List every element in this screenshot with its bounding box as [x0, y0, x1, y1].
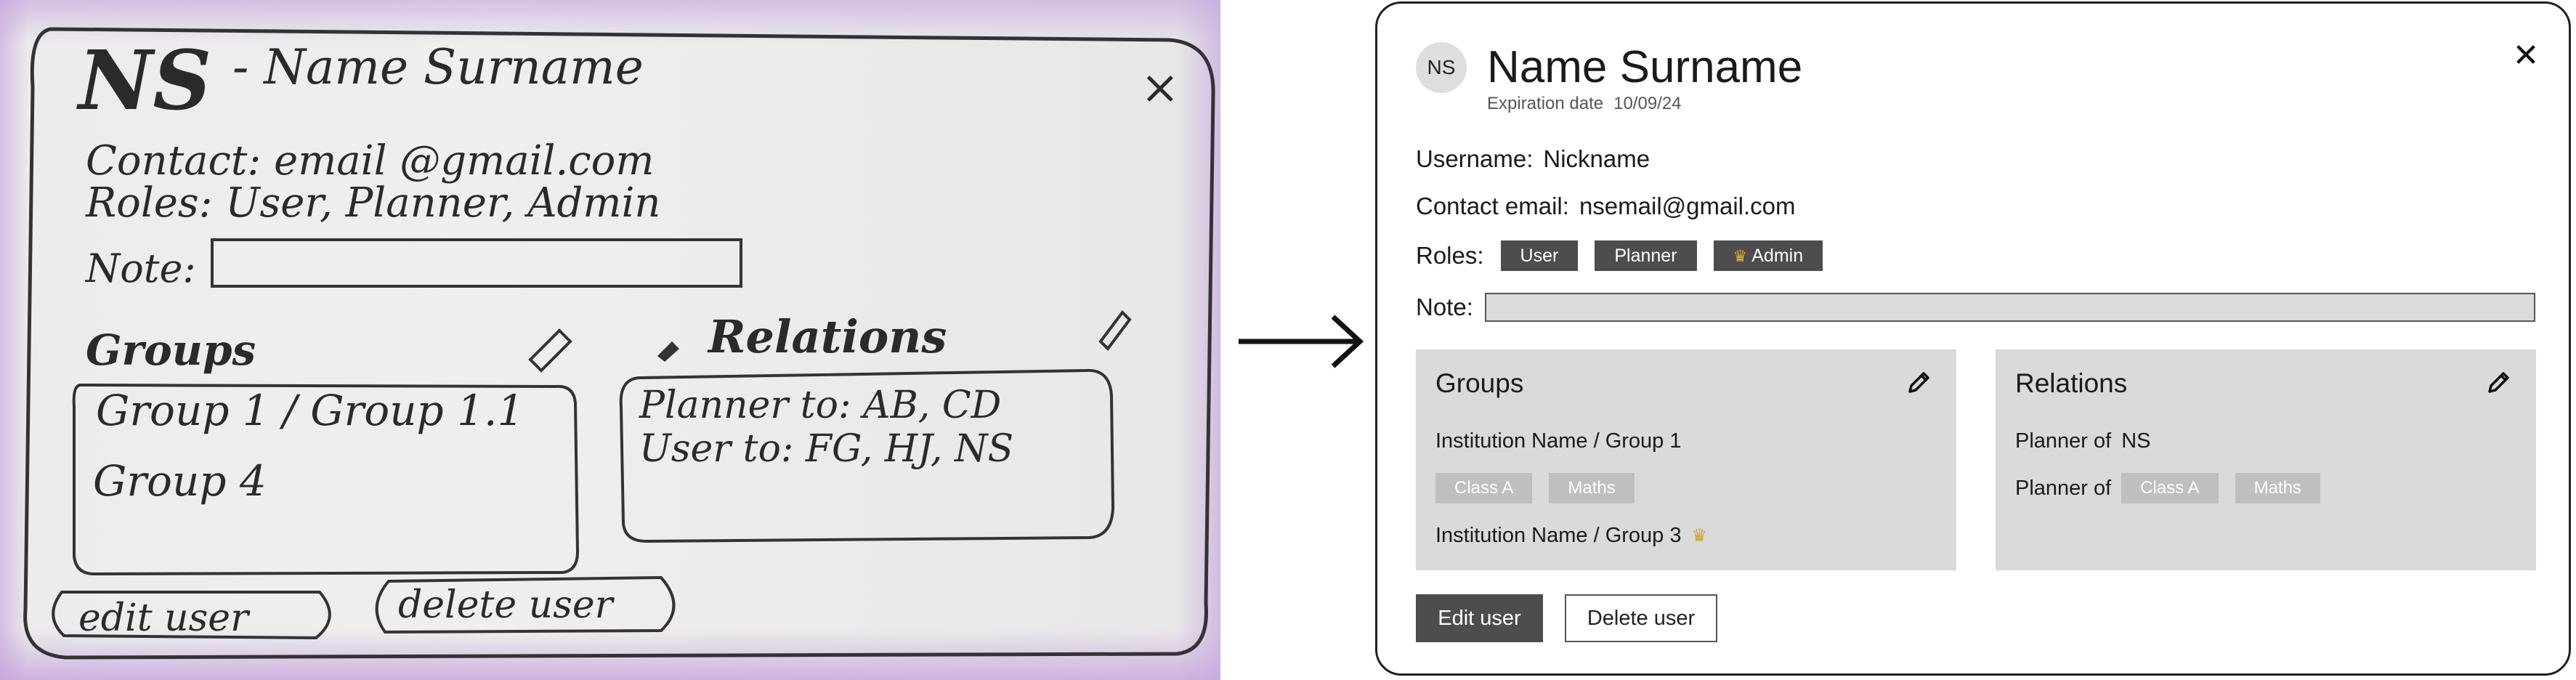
sketch-edit-label: edit user	[78, 596, 251, 640]
arrow-right-icon	[1239, 315, 1364, 368]
relations-panel: Relations Planner of NS Planner of Class …	[1996, 349, 2536, 570]
note-label: Note:	[1416, 294, 1473, 320]
relation-label: Planner of	[2015, 429, 2112, 453]
chip-maths: Maths	[2235, 473, 2320, 503]
sketch-note-box	[211, 238, 742, 288]
role-tag-admin-label: Admin	[1751, 246, 1804, 266]
chip-class-a: Class A	[2121, 473, 2219, 503]
sketch-note-label: Note:	[84, 246, 196, 291]
pencil-icon[interactable]	[2484, 368, 2513, 397]
sketch-relations-title: Relations	[707, 310, 947, 363]
sketch-groups-title: Groups	[86, 325, 256, 375]
crown-icon: ♛	[1733, 247, 1748, 265]
group-item[interactable]: Institution Name / Group 1	[1435, 429, 1682, 453]
group-item-label: Institution Name / Group 3	[1435, 524, 1682, 547]
pencil-icon[interactable]	[1904, 368, 1933, 397]
username-label: Username:	[1416, 145, 1534, 172]
sketch-relations-pen-icon	[657, 341, 679, 362]
sketch-groups-pencil-icon	[528, 328, 572, 373]
sketch-relation-line-1: Planner to: AB, CD	[639, 384, 1001, 427]
relations-title: Relations	[2015, 368, 2128, 398]
sketch-initials: NS	[76, 33, 211, 129]
role-tag-admin: ♛ Admin	[1713, 240, 1823, 271]
crown-icon: ♛	[1691, 526, 1708, 546]
email-label: Contact email:	[1416, 193, 1569, 219]
chip-class-a: Class A	[1435, 473, 1533, 503]
user-detail-dialog: NS Name Surname Expiration date 10/09/24 …	[1375, 1, 2571, 676]
username-value: Nickname	[1543, 145, 1650, 172]
sketch-photo: × NS - Name Surname Contact: email @gmai…	[0, 0, 1220, 680]
relation-label: Planner of	[2015, 476, 2112, 500]
sketch-delete-label: delete user	[398, 583, 615, 627]
group-item[interactable]: Institution Name / Group 3 ♛	[1435, 524, 1707, 548]
delete-user-button[interactable]: Delete user	[1565, 594, 1717, 642]
relation-item: Planner of Class A Maths	[2015, 473, 2337, 503]
group-chips: Class A Maths	[1435, 473, 1651, 503]
groups-title: Groups	[1435, 368, 1524, 398]
relation-value: NS	[2121, 429, 2151, 453]
sketch-roles: Roles: User, Planner, Admin	[85, 179, 660, 227]
sketch-name: - Name Surname	[232, 39, 644, 95]
note-row: Note:	[1416, 293, 2535, 322]
sketch-contact: Contact: email @gmail.com	[86, 137, 654, 185]
roles-row: Roles: User Planner ♛ Admin	[1416, 240, 1823, 271]
sketch-group-line-2: Group 4	[93, 456, 267, 506]
close-icon[interactable]: ✕	[2510, 40, 2542, 72]
relation-item: Planner of NS	[2015, 429, 2151, 453]
roles-label: Roles:	[1416, 242, 1484, 269]
email-value: nsemail@gmail.com	[1579, 193, 1796, 219]
email-row: Contact email: nsemail@gmail.com	[1416, 193, 1796, 220]
sketch-relations-pencil-icon	[1098, 309, 1132, 352]
avatar: NS	[1416, 42, 1467, 93]
expiration-value: 10/09/24	[1613, 94, 1682, 113]
username-row: Username: Nickname	[1416, 145, 1650, 173]
edit-user-button[interactable]: Edit user	[1416, 594, 1543, 642]
role-tag-planner: Planner	[1595, 240, 1697, 271]
groups-panel: Groups Institution Name / Group 1 Class …	[1416, 349, 1956, 570]
note-field[interactable]	[1484, 293, 2535, 322]
role-tag-user: User	[1500, 240, 1579, 271]
chip-maths: Maths	[1549, 473, 1635, 503]
sketch-group-line-1: Group 1 / Group 1.1	[96, 386, 524, 435]
sketch-drawing: × NS - Name Surname Contact: email @gmai…	[23, 27, 1215, 660]
page-title: Name Surname	[1487, 42, 1803, 92]
expiration-label: Expiration date	[1487, 94, 1604, 113]
sketch-close-icon: ×	[1141, 61, 1180, 115]
sketch-relation-line-2: User to: FG, HJ, NS	[639, 427, 1013, 471]
expiration-info: Expiration date 10/09/24	[1487, 94, 1682, 114]
